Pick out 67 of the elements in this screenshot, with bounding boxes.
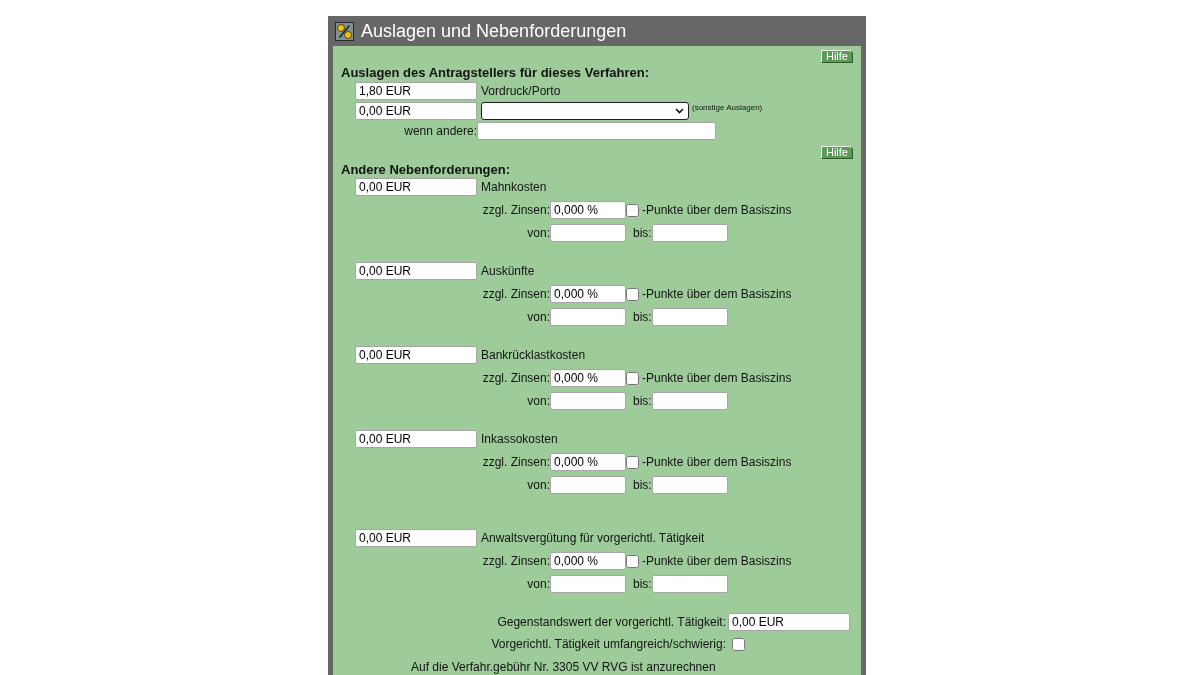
dropdown[interactable] xyxy=(481,102,689,120)
field-label: bis: xyxy=(633,394,652,408)
amount-field[interactable]: 0,00 EUR xyxy=(728,613,850,631)
date-field[interactable] xyxy=(651,224,728,242)
checkbox[interactable] xyxy=(626,371,639,385)
input-field[interactable] xyxy=(477,122,716,140)
amount-field[interactable]: 0,00 EUR xyxy=(355,529,477,547)
checkbox-label: -Punkte über dem Basiszins xyxy=(642,554,792,568)
date-field[interactable] xyxy=(651,308,728,326)
field-label: Bankrücklastkosten xyxy=(481,348,586,362)
field-label: bis: xyxy=(633,577,652,591)
checkbox[interactable] xyxy=(626,455,639,469)
checkbox-label: Vorgerichtl. Tätigkeit umfangreich/schwierig: xyxy=(491,637,726,651)
amount-field[interactable]: 0,00 EUR xyxy=(355,346,477,364)
date-field[interactable] xyxy=(651,575,728,593)
date-field[interactable] xyxy=(651,476,728,494)
interest-field[interactable]: 0,000 % xyxy=(550,369,626,387)
section-heading: Auslagen des Antragstellers für dieses Verfahren: xyxy=(341,65,650,81)
amount-field[interactable]: 0,00 EUR xyxy=(355,102,477,120)
percent-icon xyxy=(335,21,354,41)
field-label: Inkassokosten xyxy=(481,432,558,446)
section-heading: Andere Nebenforderungen: xyxy=(341,162,511,178)
field-label: bis: xyxy=(633,478,652,492)
field-label: zzgl. Zinsen: xyxy=(482,371,550,385)
field-label: von: xyxy=(527,226,550,240)
window-title: Auslagen und Nebenforderungen xyxy=(361,20,627,42)
field-label: Anwaltsvergütung für vorgerichtl. Tätigkeit xyxy=(481,531,705,545)
date-field[interactable] xyxy=(550,476,626,494)
hint-text: (sonstige Auslagen) xyxy=(692,103,763,112)
note-text: Auf die Verfahr.gebühr Nr. 3305 VV RVG ist anzurechnen xyxy=(411,660,717,674)
checkbox-label: -Punkte über dem Basiszins xyxy=(642,455,792,469)
interest-field[interactable]: 0,000 % xyxy=(550,285,626,303)
date-field[interactable] xyxy=(550,224,626,242)
field-label: von: xyxy=(527,394,550,408)
field-label: Gegenstandswert der vorgerichtl. Tätigkeit: xyxy=(497,615,726,629)
checkbox[interactable] xyxy=(732,637,745,651)
field-label: bis: xyxy=(633,226,652,240)
amount-field[interactable]: 0,00 EUR xyxy=(355,178,477,196)
field-label: von: xyxy=(527,310,550,324)
field-label: zzgl. Zinsen: xyxy=(482,455,550,469)
date-field[interactable] xyxy=(550,575,626,593)
field-label: Auskünfte xyxy=(481,264,535,278)
date-field[interactable] xyxy=(550,308,626,326)
field-label: von: xyxy=(527,478,550,492)
field-label: zzgl. Zinsen: xyxy=(482,554,550,568)
amount-field[interactable]: 0,00 EUR xyxy=(355,430,477,448)
checkbox[interactable] xyxy=(626,287,639,301)
checkbox-label: -Punkte über dem Basiszins xyxy=(642,203,792,217)
date-field[interactable] xyxy=(651,392,728,410)
interest-field[interactable]: 0,000 % xyxy=(550,453,626,471)
interest-field[interactable]: 0,000 % xyxy=(550,201,626,219)
field-label: bis: xyxy=(633,310,652,324)
checkbox-label: -Punkte über dem Basiszins xyxy=(642,287,792,301)
checkbox[interactable] xyxy=(626,554,639,568)
field-label: zzgl. Zinsen: xyxy=(482,287,550,301)
field-label: Mahnkosten xyxy=(481,180,547,194)
checkbox-label: -Punkte über dem Basiszins xyxy=(642,371,792,385)
amount-field[interactable]: 1,80 EUR xyxy=(355,82,477,100)
field-label: wenn andere: xyxy=(404,124,477,138)
field-label: zzgl. Zinsen: xyxy=(482,203,550,217)
field-label: Vordruck/Porto xyxy=(481,84,561,98)
checkbox[interactable] xyxy=(626,203,639,217)
interest-field[interactable]: 0,000 % xyxy=(550,552,626,570)
amount-field[interactable]: 0,00 EUR xyxy=(355,262,477,280)
field-label: von: xyxy=(527,577,550,591)
caret-icon xyxy=(675,108,684,114)
date-field[interactable] xyxy=(550,392,626,410)
